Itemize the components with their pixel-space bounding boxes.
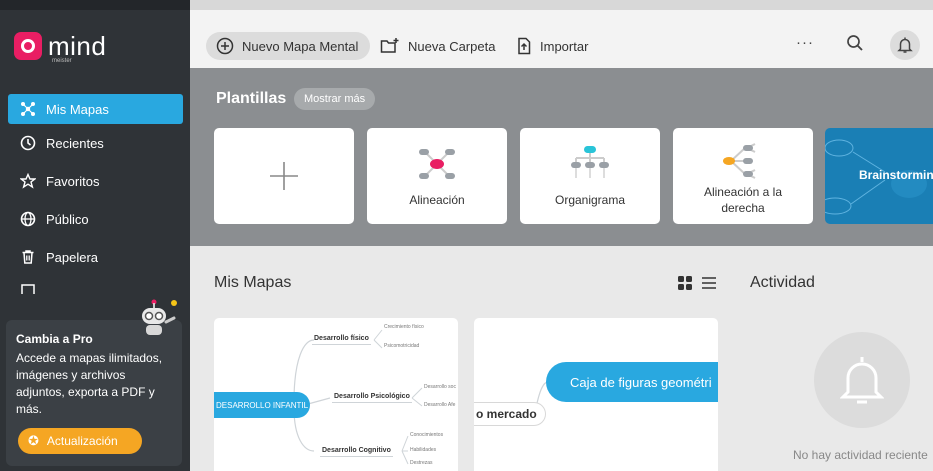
new-mind-map-label: Nuevo Mapa Mental xyxy=(242,38,359,54)
template-brainstorming-card[interactable]: Brainstorming xyxy=(825,128,933,224)
template-label: Brainstorming xyxy=(859,168,933,182)
globe-icon xyxy=(20,211,36,227)
search-button[interactable] xyxy=(846,34,864,57)
star-badge-icon: ✪ xyxy=(28,433,39,448)
template-label: Alineación xyxy=(409,193,465,207)
activity-empty-illustration xyxy=(814,332,910,428)
sidebar-nav: Mis Mapas Recientes Favoritos Público Pa… xyxy=(8,94,183,294)
map-leaf-node: Habilidades xyxy=(410,447,437,453)
import-label: Importar xyxy=(540,38,589,54)
browser-strip xyxy=(190,0,933,10)
plus-icon xyxy=(270,162,298,190)
org-chart-icon xyxy=(571,146,609,178)
no-activity-text: No hay actividad reciente xyxy=(793,448,928,462)
plus-circle-icon xyxy=(216,37,234,55)
map-leaf-node: Desarrollo Afe xyxy=(424,402,456,408)
sidebar-item-label: Papelera xyxy=(46,249,99,265)
template-label: Alineación a la derecha xyxy=(703,185,783,215)
list-icon xyxy=(702,277,716,289)
sidebar-item-label: Público xyxy=(46,211,89,227)
sidebar-item-plantillas-partial[interactable] xyxy=(8,276,183,294)
map-card-desarrollo-infantil[interactable]: DESARROLLO INFANTIL Desarrollo físico De… xyxy=(214,318,458,471)
promo-text: Accede a mapas ilimitados, imágenes y ar… xyxy=(16,351,163,416)
upload-icon xyxy=(516,37,532,55)
map-branch-node: Desarrollo físico xyxy=(312,333,371,345)
sidebar-item-recientes[interactable]: Recientes xyxy=(8,124,183,162)
browser-strip xyxy=(0,0,190,10)
logo-subtext: meister xyxy=(52,58,72,64)
map-branch-node: o mercado xyxy=(474,402,546,426)
templates-title: Plantillas xyxy=(216,90,287,107)
trash-icon xyxy=(20,249,36,265)
more-options-button[interactable]: ··· xyxy=(796,34,814,51)
upgrade-promo: Cambia a Pro Accede a mapas ilimitados, … xyxy=(6,320,182,466)
right-alignment-map-icon xyxy=(723,143,756,179)
search-icon xyxy=(847,35,863,51)
sidebar: mind meister Mis Mapas Recientes Favorit… xyxy=(0,0,190,471)
map-leaf-node: Conocimientos xyxy=(410,432,444,438)
new-mind-map-button[interactable]: Nuevo Mapa Mental xyxy=(206,32,371,60)
alignment-map-icon xyxy=(419,149,455,179)
map-branch-node: Desarrollo Cognitivo xyxy=(320,445,393,457)
map-leaf-node: Crecimiento físico xyxy=(384,324,424,330)
list-view-button[interactable] xyxy=(702,276,716,293)
star-icon xyxy=(20,173,36,189)
logo-badge-icon xyxy=(14,32,42,60)
template-icon xyxy=(20,282,36,294)
robot-mascot-icon xyxy=(142,299,177,335)
map-leaf-node: Psicomotricidad xyxy=(384,343,420,349)
top-toolbar: Nuevo Mapa Mental Nueva Carpeta Importar… xyxy=(190,0,933,68)
sidebar-item-publico[interactable]: Público xyxy=(8,200,183,238)
new-folder-label: Nueva Carpeta xyxy=(408,38,496,54)
template-alineacion-derecha-card[interactable]: Alineación a la derecha xyxy=(673,128,813,224)
mindmap-icon xyxy=(20,101,36,117)
template-organigrama-card[interactable]: Organigrama xyxy=(520,128,660,224)
activity-title: Actividad xyxy=(750,274,815,291)
map-leaf-node: Destrezas xyxy=(410,460,433,466)
show-more-templates-button[interactable]: Mostrar más xyxy=(294,88,376,110)
import-button[interactable]: Importar xyxy=(516,32,588,60)
map-root-node: DESARROLLO INFANTIL xyxy=(214,392,310,418)
upgrade-button[interactable]: ✪ Actualización xyxy=(18,428,142,454)
bell-icon xyxy=(897,37,913,53)
logo-text: mind xyxy=(48,31,107,61)
grid-icon xyxy=(678,276,692,290)
map-central-node: Caja de figuras geométri xyxy=(546,362,718,402)
clock-icon xyxy=(20,135,36,151)
map-branch-node: Desarrollo Psicológico xyxy=(332,391,412,403)
sidebar-item-label: Mis Mapas xyxy=(46,101,109,117)
upgrade-button-label: Actualización xyxy=(46,434,118,448)
notifications-button[interactable] xyxy=(890,30,920,60)
sidebar-item-mis-mapas[interactable]: Mis Mapas xyxy=(8,94,183,124)
map-card-figuras-geometricas[interactable]: Caja de figuras geométri o mercado xyxy=(474,318,718,471)
bell-icon xyxy=(840,357,884,404)
new-folder-button[interactable]: Nueva Carpeta xyxy=(380,32,495,60)
grid-view-button[interactable] xyxy=(678,276,692,293)
templates-section: Plantillas Mostrar más Alineación Organi… xyxy=(190,68,933,246)
sidebar-item-papelera[interactable]: Papelera xyxy=(8,238,183,276)
template-blank-card[interactable] xyxy=(214,128,354,224)
sidebar-item-label: Favoritos xyxy=(46,173,100,189)
my-maps-title: Mis Mapas xyxy=(214,274,292,291)
template-alineacion-card[interactable]: Alineación xyxy=(367,128,507,224)
app-logo[interactable]: mind xyxy=(14,32,106,60)
sidebar-item-label: Recientes xyxy=(46,135,104,151)
template-label: Organigrama xyxy=(554,193,626,207)
sidebar-item-favoritos[interactable]: Favoritos xyxy=(8,162,183,200)
map-leaf-node: Desarrollo soc xyxy=(424,384,456,390)
folder-plus-icon xyxy=(380,37,400,55)
